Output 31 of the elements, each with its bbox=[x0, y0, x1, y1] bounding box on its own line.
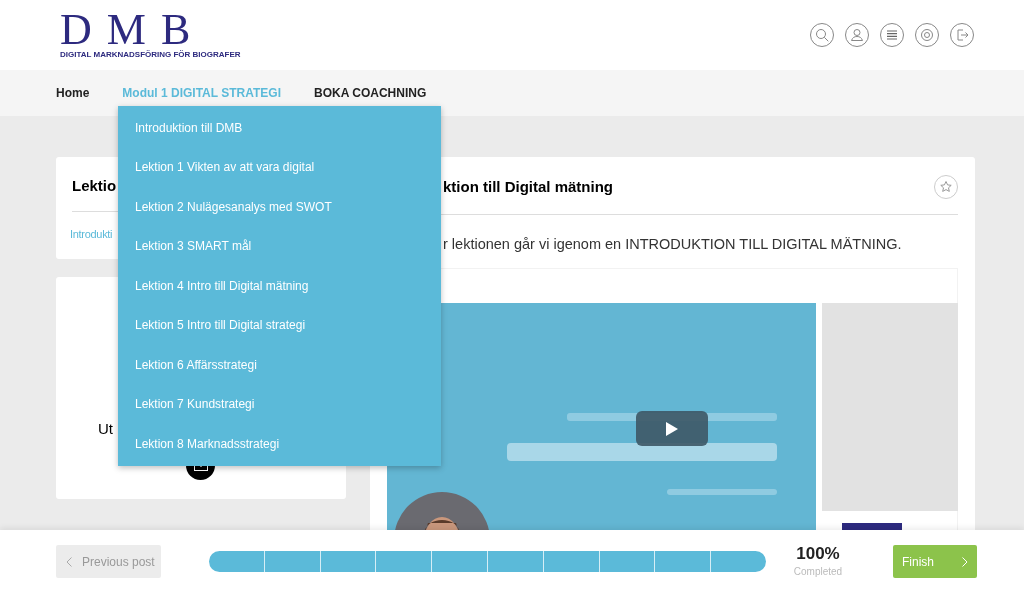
user-icon[interactable] bbox=[845, 23, 869, 47]
menu-item[interactable]: Lektion 3 SMART mål bbox=[118, 226, 441, 266]
logout-icon[interactable] bbox=[950, 23, 974, 47]
search-icon[interactable] bbox=[810, 23, 834, 47]
nav-link[interactable]: Home bbox=[56, 84, 90, 102]
menu-item[interactable]: Lektion 1 Vikten av att vara digital bbox=[118, 147, 441, 187]
logo-tagline: DIGITAL MARKNADSFÖRING FÖR BIOGRAFER bbox=[60, 50, 241, 60]
lesson-link[interactable]: Introdukti bbox=[70, 226, 113, 243]
menu-item[interactable]: Lektion 7 Kundstrategi bbox=[118, 384, 441, 424]
status-text: Completed bbox=[793, 565, 843, 579]
lesson-intro: r lektionen går vi igenom en INTRODUKTION TILL DIGITAL MÄTNING. bbox=[442, 235, 903, 254]
author-text: Ut bbox=[98, 419, 113, 439]
finish-button[interactable]: Finish bbox=[893, 545, 977, 578]
percent-text: 100% bbox=[796, 544, 840, 564]
menu-item[interactable]: Lektion 6 Affärsstrategi bbox=[118, 345, 441, 385]
chevron-right-icon bbox=[962, 556, 968, 567]
menu-item[interactable]: Lektion 4 Intro till Digital mätning bbox=[118, 266, 441, 306]
menu-item[interactable]: Lektion 5 Intro till Digital strategi bbox=[118, 305, 441, 345]
logo-text[interactable]: D M B bbox=[60, 10, 193, 50]
nav-link[interactable]: Modul 1 DIGITAL STRATEGI bbox=[122, 84, 281, 102]
menu-item[interactable]: Introduktion till DMB bbox=[118, 108, 441, 148]
menu-item[interactable]: Lektion 8 Marknadsstrategi bbox=[118, 424, 441, 464]
play-button[interactable] bbox=[636, 411, 708, 446]
lesson-title: ktion till Digital mätning bbox=[442, 176, 613, 197]
chevron-left-icon bbox=[66, 556, 72, 567]
play-icon bbox=[666, 421, 678, 436]
lifebuoy-icon[interactable] bbox=[915, 23, 939, 47]
nav-link[interactable]: BOKA COACHNING bbox=[314, 84, 427, 102]
card-title: Lektio bbox=[72, 176, 118, 196]
menu-icon[interactable] bbox=[880, 23, 904, 47]
menu-item[interactable]: Lektion 2 Nulägesanalys med SWOT bbox=[118, 187, 441, 227]
